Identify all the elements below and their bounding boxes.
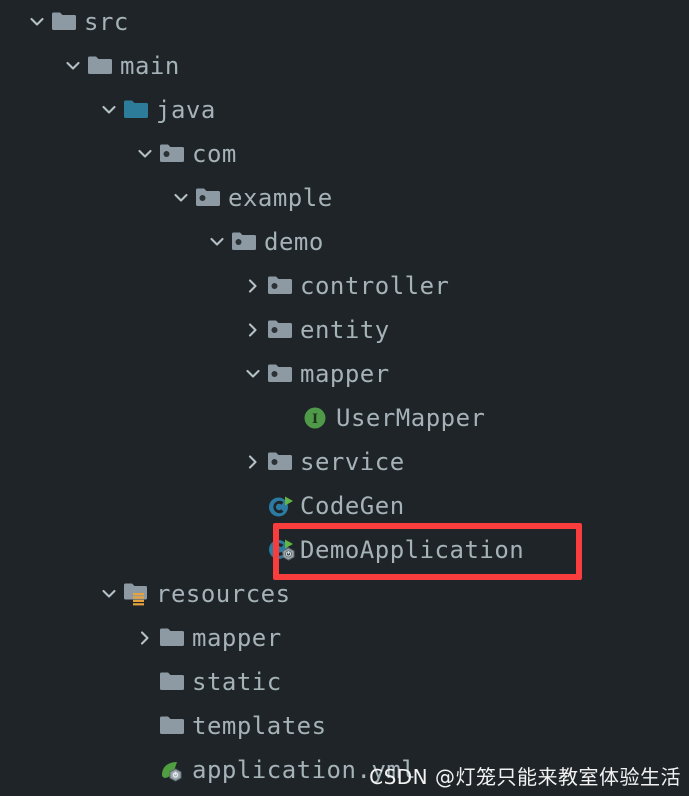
tree-row[interactable]: example <box>0 176 333 220</box>
tree-row[interactable]: entity <box>0 308 390 352</box>
tree-row-label: src <box>84 8 129 36</box>
tree-row[interactable]: templates <box>0 704 327 748</box>
svg-text:I: I <box>312 412 318 427</box>
folder-gray-icon <box>50 0 80 44</box>
chevron-down-icon[interactable] <box>60 44 86 88</box>
tree-row-label: resources <box>156 580 291 608</box>
tree-row[interactable]: mapper <box>0 616 282 660</box>
tree-row-label: example <box>228 184 333 212</box>
runnable-class-icon <box>266 484 296 528</box>
tree-row-label: static <box>192 668 282 696</box>
watermark-text: CSDN @灯笼只能来教室体验生活 <box>369 765 681 789</box>
tree-row-label: java <box>156 96 216 124</box>
package-icon <box>266 308 296 352</box>
twisty-placeholder <box>132 748 158 792</box>
tree-row[interactable]: service <box>0 440 405 484</box>
tree-row[interactable]: controller <box>0 264 450 308</box>
folder-gray-icon <box>158 704 188 748</box>
chevron-down-icon[interactable] <box>96 572 122 616</box>
tree-row-label: entity <box>300 316 390 344</box>
package-icon <box>266 440 296 484</box>
twisty-placeholder <box>276 396 302 440</box>
tree-row[interactable]: main <box>0 44 180 88</box>
tree-row[interactable]: mapper <box>0 352 390 396</box>
tree-row-label: main <box>120 52 180 80</box>
folder-blue-icon <box>122 88 152 132</box>
tree-row-label: service <box>300 448 405 476</box>
spring-boot-class-icon <box>266 528 296 572</box>
interface-icon: I <box>302 396 332 440</box>
tree-row[interactable]: static <box>0 660 282 704</box>
twisty-placeholder <box>132 660 158 704</box>
twisty-placeholder <box>132 704 158 748</box>
twisty-placeholder <box>240 484 266 528</box>
tree-row-label: DemoApplication <box>300 536 525 564</box>
tree-row[interactable]: CodeGen <box>0 484 405 528</box>
tree-row-label: controller <box>300 272 450 300</box>
twisty-placeholder <box>240 528 266 572</box>
tree-row[interactable]: src <box>0 0 129 44</box>
folder-gray-icon <box>158 660 188 704</box>
tree-row[interactable]: com <box>0 132 237 176</box>
chevron-down-icon[interactable] <box>96 88 122 132</box>
chevron-down-icon[interactable] <box>240 352 266 396</box>
tree-row[interactable]: demo <box>0 220 324 264</box>
tree-row-label: mapper <box>300 360 390 388</box>
package-icon <box>230 220 260 264</box>
tree-row[interactable]: I UserMapper <box>0 396 486 440</box>
chevron-right-icon[interactable] <box>240 308 266 352</box>
folder-gray-icon <box>86 44 116 88</box>
tree-row-label: templates <box>192 712 327 740</box>
package-icon <box>266 264 296 308</box>
tree-row-label: UserMapper <box>336 404 486 432</box>
tree-row-label: CodeGen <box>300 492 405 520</box>
package-icon <box>266 352 296 396</box>
chevron-down-icon[interactable] <box>24 0 50 44</box>
project-tree[interactable]: src main java com example demo controller entit… <box>0 0 689 796</box>
tree-row[interactable]: DemoApplication <box>0 528 524 572</box>
chevron-down-icon[interactable] <box>204 220 230 264</box>
tree-row[interactable]: application.yml <box>0 748 416 792</box>
folder-resources-icon <box>122 572 152 616</box>
tree-row-label: com <box>192 140 237 168</box>
tree-row[interactable]: java <box>0 88 216 132</box>
spring-yaml-icon <box>158 748 188 792</box>
chevron-right-icon[interactable] <box>240 440 266 484</box>
package-icon <box>194 176 224 220</box>
tree-row-label: mapper <box>192 624 282 652</box>
chevron-right-icon[interactable] <box>132 616 158 660</box>
tree-row[interactable]: resources <box>0 572 291 616</box>
chevron-down-icon[interactable] <box>132 132 158 176</box>
package-icon <box>158 132 188 176</box>
folder-gray-icon <box>158 616 188 660</box>
chevron-down-icon[interactable] <box>168 176 194 220</box>
tree-row-label: demo <box>264 228 324 256</box>
chevron-right-icon[interactable] <box>240 264 266 308</box>
